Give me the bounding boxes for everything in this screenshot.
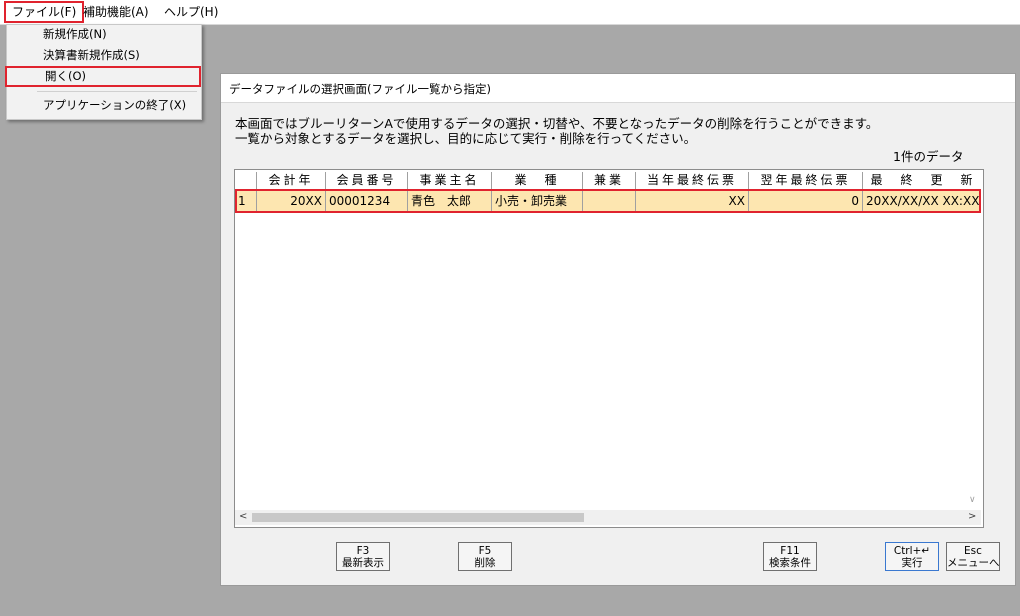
cell-index: 1 [235,190,257,212]
menu-item-exit[interactable]: アプリケーションの終了(X) [7,95,201,116]
grid-header-row: 会計年 会員番号 事業主名 業 種 兼業 当年最終伝票 翌年最終伝票 最 終 更… [235,172,981,189]
f11-key: F11 [780,545,800,557]
esc-key: Esc [964,545,982,557]
execute-button[interactable]: Ctrl+↵ 実行 [885,542,939,571]
f3-refresh-button[interactable]: F3 最新表示 [336,542,390,571]
execute-key: Ctrl+↵ [893,545,931,557]
cell-owner-name: 青色 太郎 [408,190,492,212]
cell-side-business [583,190,636,212]
menu-item-open[interactable]: 開く(O) [5,66,201,87]
f3-key: F3 [356,545,370,557]
header-member-number[interactable]: 会員番号 [326,172,408,189]
f5-key: F5 [478,545,492,557]
header-current-year-slip[interactable]: 当年最終伝票 [636,172,749,189]
menu-separator [37,91,197,92]
menu-assist[interactable]: 補助機能(A) [77,3,155,21]
menu-bar: ファイル(F) 補助機能(A) ヘルプ(H) [0,0,1020,25]
header-index [235,172,257,189]
data-file-select-window: データファイルの選択画面(ファイル一覧から指定) 本画面ではブルーリターンAで使… [220,73,1016,586]
cell-last-updated: 20XX/XX/XX XX:XX [866,194,980,208]
scroll-down-icon[interactable]: ∨ [969,495,976,505]
scrollbar-thumb[interactable] [252,513,584,522]
cell-current-year-slip: XX [636,190,749,212]
header-industry[interactable]: 業 種 [492,172,583,189]
scroll-right-icon[interactable]: > [968,511,976,522]
window-title: データファイルの選択画面(ファイル一覧から指定) [229,82,491,96]
header-next-year-slip[interactable]: 翌年最終伝票 [749,172,863,189]
table-row[interactable]: 1 20XX 00001234 青色 太郎 小売・卸売業 XX 0 20XX/X… [235,190,981,212]
f5-delete-button[interactable]: F5 削除 [458,542,512,571]
menu-item-new[interactable]: 新規作成(N) [7,24,201,45]
horizontal-scrollbar[interactable]: < > [235,510,981,525]
cell-fiscal-year: 20XX [257,190,326,212]
data-file-grid[interactable]: 会計年 会員番号 事業主名 業 種 兼業 当年最終伝票 翌年最終伝票 最 終 更… [234,169,984,528]
scroll-left-icon[interactable]: < [239,511,247,522]
f11-search-button[interactable]: F11 検索条件 [763,542,817,571]
cell-next-year-slip: 0 [749,190,863,212]
file-menu-dropdown: 新規作成(N) 決算書新規作成(S) 開く(O) アプリケーションの終了(X) [5,24,202,120]
record-count: 1件のデータ [893,149,964,164]
header-owner-name[interactable]: 事業主名 [408,172,492,189]
cell-member-number: 00001234 [326,190,408,212]
header-last-updated[interactable]: 最 終 更 新 [863,172,983,189]
header-fiscal-year[interactable]: 会計年 [257,172,326,189]
menu-file[interactable]: ファイル(F) [4,1,85,23]
window-title-bar: データファイルの選択画面(ファイル一覧から指定) [221,74,1015,103]
header-side-business[interactable]: 兼業 [583,172,636,189]
f3-label: 最新表示 [342,557,384,569]
cell-industry: 小売・卸売業 [492,190,583,212]
esc-menu-button[interactable]: Esc メニューへ [946,542,1000,571]
menu-help[interactable]: ヘルプ(H) [158,3,224,21]
menu-item-new-settlement[interactable]: 決算書新規作成(S) [7,45,201,66]
f11-label: 検索条件 [769,557,811,569]
f5-label: 削除 [474,557,496,569]
execute-label: 実行 [901,557,923,569]
esc-label: メニューへ [947,557,1000,569]
description-line-2: 一覧から対象とするデータを選択し、目的に応じて実行・削除を行ってください。 [235,131,697,146]
